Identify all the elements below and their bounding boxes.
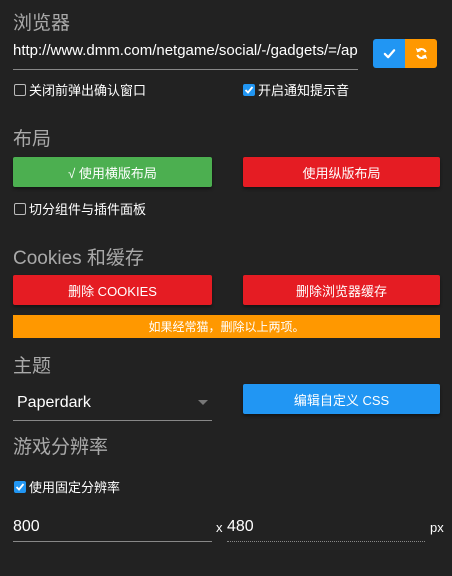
vertical-layout-button[interactable]: 使用纵版布局 bbox=[243, 157, 440, 187]
fixed-resolution-option[interactable]: 使用固定分辨率 bbox=[14, 477, 120, 496]
resolution-unit: px bbox=[430, 520, 444, 535]
theme-section-title: 主题 bbox=[13, 356, 52, 377]
refresh-url-button[interactable] bbox=[405, 39, 437, 68]
check-icon bbox=[383, 49, 395, 59]
fixed-resolution-checkbox[interactable] bbox=[14, 480, 26, 493]
checkmark-icon bbox=[15, 482, 25, 491]
notifications-option[interactable]: 开启通知提示音 bbox=[243, 80, 349, 99]
cache-warning: 如果经常猫，删除以上两项。 bbox=[13, 315, 440, 338]
theme-select[interactable]: Paperdark bbox=[13, 386, 212, 421]
delete-cookies-button[interactable]: 删除 COOKIES bbox=[13, 275, 212, 305]
confirm-url-button[interactable] bbox=[373, 39, 405, 68]
horizontal-layout-button[interactable]: √ 使用横版布局 bbox=[13, 157, 212, 187]
theme-select-value: Paperdark bbox=[17, 394, 91, 411]
split-panel-checkbox[interactable] bbox=[14, 202, 26, 215]
caret-down-icon bbox=[198, 400, 208, 405]
url-input[interactable]: http://www.dmm.com/netgame/social/-/gadg… bbox=[13, 40, 358, 70]
split-panel-label: 切分组件与插件面板 bbox=[29, 202, 147, 217]
resolution-width-input[interactable]: 800 bbox=[13, 512, 212, 542]
confirm-close-checkbox[interactable] bbox=[14, 83, 26, 96]
notifications-checkbox[interactable] bbox=[243, 83, 255, 96]
browser-section-title: 浏览器 bbox=[13, 13, 71, 34]
cookies-section-title: Cookies 和缓存 bbox=[13, 248, 144, 269]
notifications-label: 开启通知提示音 bbox=[258, 83, 350, 98]
checkmark-icon bbox=[244, 85, 254, 94]
split-panel-option[interactable]: 切分组件与插件面板 bbox=[14, 199, 146, 218]
resolution-section-title: 游戏分辨率 bbox=[13, 437, 109, 458]
edit-css-button[interactable]: 编辑自定义 CSS bbox=[243, 384, 440, 414]
url-button-group bbox=[373, 39, 437, 68]
resolution-height-input[interactable]: 480 bbox=[227, 512, 425, 542]
layout-section-title: 布局 bbox=[13, 129, 52, 150]
fixed-resolution-label: 使用固定分辨率 bbox=[29, 480, 121, 495]
delete-cache-button[interactable]: 删除浏览器缓存 bbox=[243, 275, 440, 305]
confirm-close-option[interactable]: 关闭前弹出确认窗口 bbox=[14, 80, 146, 99]
refresh-icon bbox=[415, 48, 427, 59]
resolution-separator: x bbox=[216, 520, 223, 535]
confirm-close-label: 关闭前弹出确认窗口 bbox=[29, 83, 147, 98]
